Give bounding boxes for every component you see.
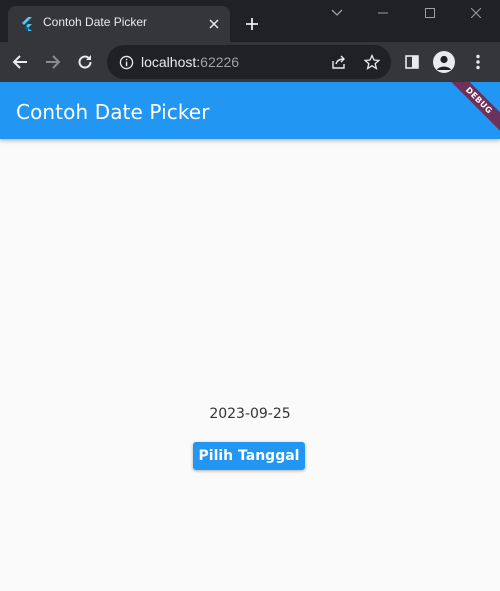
page-viewport: Contoh Date Picker DEBUG 2023-09-25 Pili… <box>0 82 500 591</box>
app-bar-title: Contoh Date Picker <box>16 100 210 124</box>
menu-kebab-icon[interactable] <box>464 48 492 76</box>
close-window-icon[interactable] <box>453 0 499 26</box>
close-tab-icon[interactable] <box>205 15 223 33</box>
forward-icon[interactable] <box>39 48 67 76</box>
flutter-icon <box>19 16 35 32</box>
browser-tab[interactable]: Contoh Date Picker <box>8 6 230 42</box>
url-text[interactable]: localhost:62226 <box>141 54 239 70</box>
app-bar: Contoh Date Picker <box>0 82 500 139</box>
tab-search-chevron-icon[interactable] <box>314 0 360 26</box>
site-info-icon[interactable] <box>117 53 135 71</box>
address-bar[interactable]: localhost:62226 <box>107 45 391 79</box>
tab-strip: Contoh Date Picker <box>0 0 500 42</box>
back-icon[interactable] <box>6 48 34 76</box>
tab-title: Contoh Date Picker <box>43 15 148 29</box>
selected-date-text: 2023-09-25 <box>209 406 291 422</box>
minimize-icon[interactable] <box>360 0 406 26</box>
browser-toolbar: localhost:62226 <box>0 42 500 82</box>
share-icon[interactable] <box>329 52 349 72</box>
url-host: localhost: <box>141 54 201 70</box>
maximize-icon[interactable] <box>407 0 453 26</box>
new-tab-icon[interactable] <box>240 12 264 36</box>
side-panel-icon[interactable] <box>398 48 426 76</box>
url-port: 62226 <box>200 54 240 70</box>
reload-icon[interactable] <box>71 48 99 76</box>
bookmark-star-icon[interactable] <box>362 52 382 72</box>
profile-avatar-icon[interactable] <box>433 51 455 73</box>
pick-date-button[interactable]: Pilih Tanggal <box>193 442 305 470</box>
